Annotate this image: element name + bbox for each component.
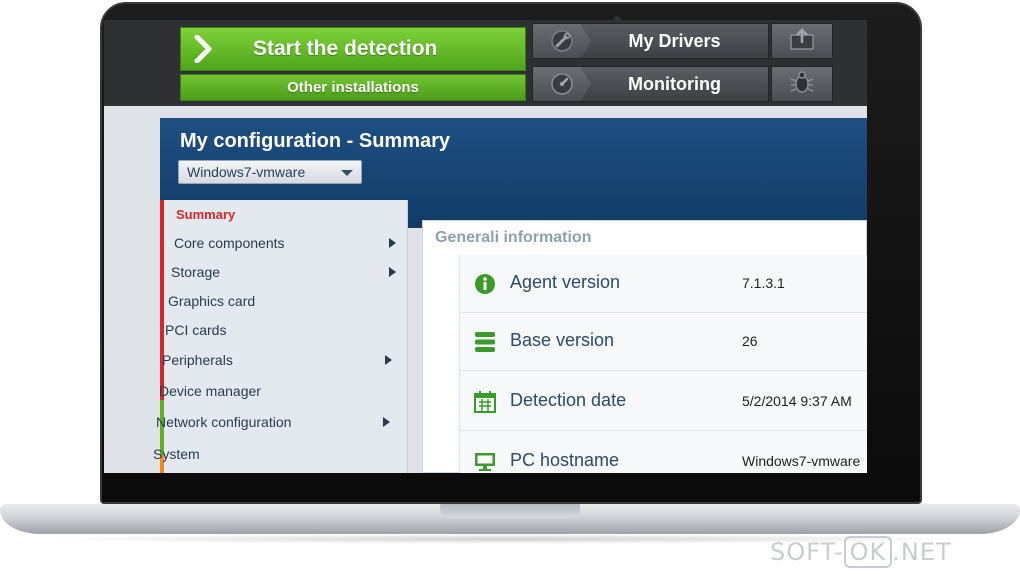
general-info-panel: Generali information Agent version 7.1.3… <box>422 220 867 473</box>
info-label: Agent version <box>510 272 621 292</box>
info-value: 5/2/2014 9:37 AM <box>742 393 852 409</box>
machine-select-value: Windows7-vmware <box>187 164 306 180</box>
sidebar-item-device-manager[interactable]: Device manager <box>159 376 397 406</box>
bug-icon <box>788 69 816 100</box>
chevron-right-icon <box>389 238 396 248</box>
app-screen: Start the detection Other installations … <box>104 20 867 473</box>
laptop-mockup: Start the detection Other installations … <box>0 0 1020 574</box>
bug-report-button[interactable] <box>771 66 833 102</box>
monitoring-button[interactable]: Monitoring <box>532 66 769 102</box>
sidebar-item-summary[interactable]: Summary <box>176 200 414 230</box>
panel-title: Generali information <box>435 229 592 246</box>
sidebar-item-label: Core components <box>174 235 285 251</box>
chevron-down-icon <box>341 170 353 176</box>
sidebar-item-label: Peripherals <box>162 352 233 368</box>
monitor-icon <box>474 451 496 473</box>
sidebar-item-system[interactable]: System <box>153 439 391 469</box>
monitoring-label: Monitoring <box>628 73 721 94</box>
sidebar-item-label: Network configuration <box>156 414 292 430</box>
sidebar-item-graphics-card[interactable]: Graphics card <box>168 286 406 316</box>
info-label: PC hostname <box>510 450 620 470</box>
upload-button[interactable] <box>771 23 833 59</box>
sidebar-item-core-components[interactable]: Core components <box>174 228 406 258</box>
info-row-pc-hostname: PC hostname Windows7-vmware <box>460 433 867 473</box>
sidebar-item-network-configuration[interactable]: Network configuration <box>156 407 400 437</box>
sidebar-item-label: Device manager <box>159 383 261 399</box>
info-row-agent-version: Agent version 7.1.3.1 <box>460 255 867 313</box>
watermark-text-1: SOFT- <box>770 538 844 566</box>
wrench-icon <box>533 24 591 58</box>
chevron-right-icon <box>389 267 396 277</box>
watermark: SOFT- OK .NET <box>770 536 1010 568</box>
sidebar-item-label: Summary <box>176 207 236 222</box>
chevron-right-icon <box>385 355 392 365</box>
watermark-text-2: OK <box>843 536 893 568</box>
info-icon <box>474 273 496 295</box>
info-value: Windows7-vmware <box>742 453 861 469</box>
info-label: Base version <box>510 330 615 350</box>
gauge-icon <box>533 67 591 101</box>
my-drivers-button[interactable]: My Drivers <box>532 23 769 59</box>
sidebar-item-label: System <box>153 446 200 462</box>
page-title: My configuration - Summary <box>180 130 451 152</box>
info-value: 7.1.3.1 <box>742 275 785 291</box>
sidebar-nav: Summary Core components Storage Graphics… <box>153 200 408 473</box>
sidebar-item-pci-cards[interactable]: PCI cards <box>165 315 403 345</box>
database-icon <box>474 331 496 353</box>
info-label: Detection date <box>510 390 627 410</box>
start-detection-button[interactable]: Start the detection <box>180 27 526 71</box>
sidebar-item-label: Storage <box>171 264 221 280</box>
sidebar-item-label: Graphics card <box>168 293 256 309</box>
calendar-icon <box>474 391 496 413</box>
info-table: Agent version 7.1.3.1 Base version 26 De… <box>459 255 867 473</box>
info-row-base-version: Base version 26 <box>460 313 867 371</box>
top-toolbar: Start the detection Other installations … <box>104 20 867 106</box>
chevron-right-icon <box>181 27 227 71</box>
other-installations-button[interactable]: Other installations <box>180 74 526 101</box>
sidebar-item-peripherals[interactable]: Peripherals <box>162 345 402 375</box>
sidebar-item-storage[interactable]: Storage <box>171 257 406 287</box>
my-drivers-label: My Drivers <box>628 30 721 51</box>
chevron-right-icon <box>383 417 390 427</box>
watermark-text-3: .NET <box>892 538 952 566</box>
laptop-notch <box>440 504 580 518</box>
start-detection-label: Start the detection <box>253 37 438 60</box>
machine-select[interactable]: Windows7-vmware <box>178 160 362 184</box>
upload-icon <box>788 27 816 56</box>
info-value: 26 <box>742 333 758 349</box>
sidebar-item-label: PCI cards <box>165 322 227 338</box>
info-row-detection-date: Detection date 5/2/2014 9:37 AM <box>460 373 867 431</box>
